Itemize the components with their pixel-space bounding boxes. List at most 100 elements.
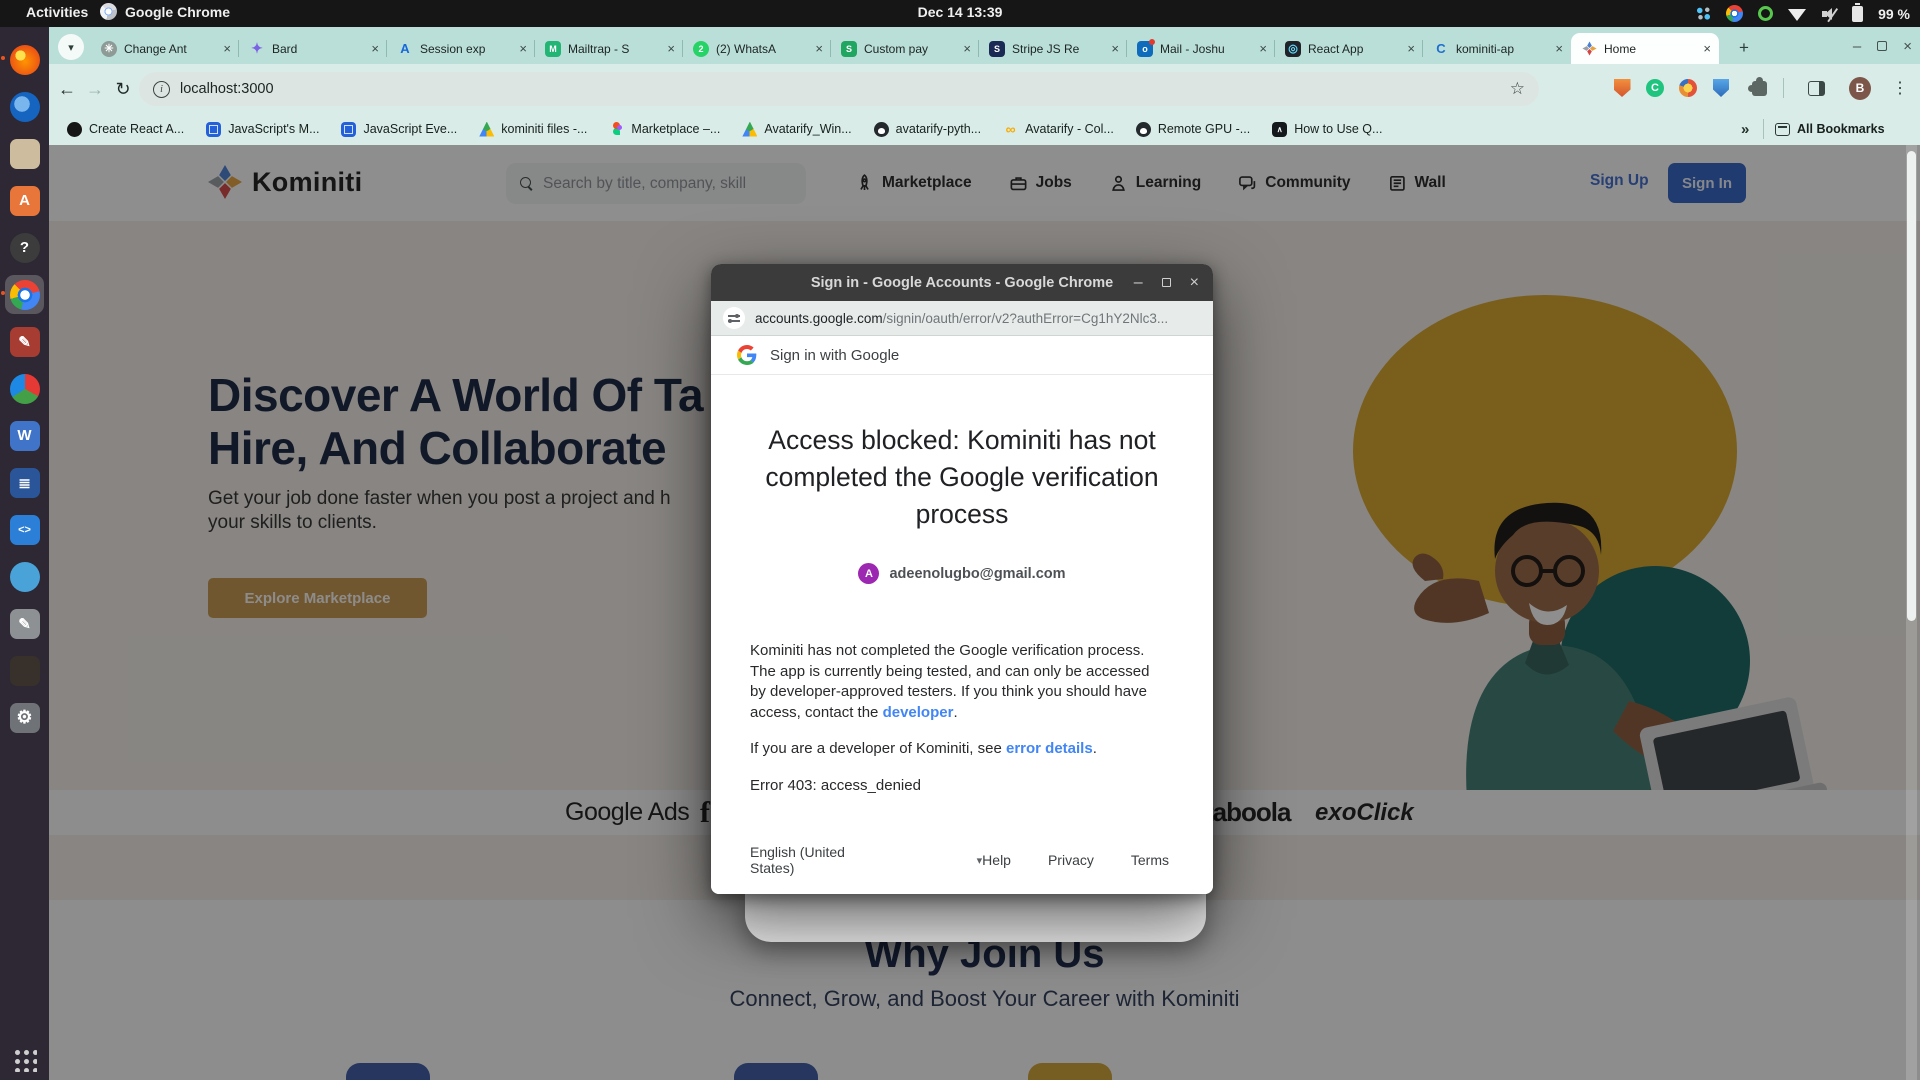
dock-marker-app[interactable]: ✎ — [5, 322, 44, 361]
system-tray[interactable]: 99 % — [1696, 0, 1910, 27]
dock-text-editor[interactable]: ✎ — [5, 604, 44, 643]
tab-close-icon[interactable]: × — [371, 42, 379, 55]
indicator-icon[interactable] — [1696, 6, 1711, 21]
muted-sound-icon[interactable] — [1821, 7, 1837, 21]
page-scrollbar[interactable] — [1906, 145, 1917, 1080]
dock-files[interactable] — [5, 134, 44, 173]
bookmark-avatarify-win[interactable]: Avatarify_Win... — [734, 119, 859, 140]
bookmark-star-icon[interactable]: ☆ — [1510, 79, 1525, 99]
window-minimize-button[interactable]: – — [1853, 38, 1861, 55]
bookmark-js-m[interactable]: JavaScript's M... — [198, 119, 327, 140]
tab-close-icon[interactable]: × — [1259, 42, 1267, 55]
puzzle-icon — [1752, 81, 1767, 96]
dock-software[interactable]: A — [5, 181, 44, 220]
dock-firefox[interactable] — [5, 40, 44, 79]
tab-close-icon[interactable]: × — [223, 42, 231, 55]
tab-react-app[interactable]: ◎ React App × — [1275, 33, 1423, 64]
ext-adguard[interactable] — [1611, 77, 1633, 99]
dock-dark-app[interactable] — [5, 651, 44, 690]
error-details-link[interactable]: error details — [1006, 740, 1093, 757]
ext-orange-ring[interactable] — [1677, 77, 1699, 99]
tab-kominiti-ap[interactable]: C kominiti-ap × — [1423, 33, 1571, 64]
language-selector[interactable]: English (United States) ▾ — [750, 844, 982, 876]
popup-urlbar[interactable]: accounts.google.com/signin/oauth/error/v… — [711, 301, 1213, 336]
ext-green-c[interactable]: C — [1644, 77, 1666, 99]
tab-stripe-js[interactable]: S Stripe JS Re × — [979, 33, 1127, 64]
window-close-button[interactable]: × — [1903, 38, 1912, 55]
dock-media-app[interactable] — [5, 369, 44, 408]
wifi-icon[interactable] — [1788, 7, 1806, 21]
app-grid-button[interactable] — [12, 1047, 37, 1072]
dock-vscode[interactable]: <> — [5, 510, 44, 549]
privacy-link[interactable]: Privacy — [1048, 852, 1094, 868]
bookmark-how-to-q[interactable]: ∧How to Use Q... — [1264, 119, 1390, 140]
reload-button[interactable]: ↻ — [109, 75, 137, 103]
tab-close-icon[interactable]: × — [1703, 42, 1711, 55]
tab-mailtrap[interactable]: M Mailtrap - S × — [535, 33, 683, 64]
vpn-icon[interactable] — [1758, 6, 1773, 21]
bookmark-avatarify-py[interactable]: avatarify-pyth... — [866, 119, 989, 140]
dock-word-app[interactable]: W — [5, 416, 44, 455]
bookmarks-overflow-button[interactable]: » — [1741, 121, 1749, 138]
help-link[interactable]: Help — [982, 852, 1011, 868]
dock-help[interactable]: ? — [5, 228, 44, 267]
tab-mail[interactable]: o Mail - Joshu × — [1127, 33, 1275, 64]
dock-writer[interactable]: ≣ — [5, 463, 44, 502]
new-tab-button[interactable]: + — [1732, 36, 1756, 60]
clock[interactable]: Dec 14 13:39 — [0, 4, 1920, 20]
terms-link[interactable]: Terms — [1131, 852, 1169, 868]
bookmark-create-react[interactable]: Create React A... — [59, 119, 192, 140]
popup-titlebar[interactable]: Sign in - Google Accounts - Google Chrom… — [711, 264, 1213, 301]
cra-icon — [67, 122, 82, 137]
kebab-menu-icon: ⋮ — [1892, 78, 1908, 98]
dock-blue-tool[interactable] — [5, 557, 44, 596]
account-row[interactable]: A adeenolugbo@gmail.com — [711, 563, 1213, 584]
profile-button[interactable]: B — [1849, 77, 1871, 99]
popup-title: Sign in - Google Accounts - Google Chrom… — [811, 275, 1113, 291]
tab-home-active[interactable]: Home × — [1571, 33, 1719, 64]
tab-close-icon[interactable]: × — [1111, 42, 1119, 55]
ext-blue-shield[interactable] — [1710, 77, 1732, 99]
bookmark-kominiti-files[interactable]: kominiti files -... — [471, 119, 595, 140]
address-url[interactable]: localhost:3000 — [180, 81, 274, 97]
window-restore-button[interactable] — [1877, 41, 1887, 51]
site-info-icon[interactable]: i — [153, 81, 170, 98]
tab-bard[interactable]: ✦ Bard × — [239, 33, 387, 64]
popup-minimize-button[interactable]: – — [1134, 274, 1143, 292]
tab-session[interactable]: A Session exp × — [387, 33, 535, 64]
chrome-tray-icon[interactable] — [1726, 5, 1743, 22]
tab-close-icon[interactable]: × — [815, 42, 823, 55]
tab-close-icon[interactable]: × — [1407, 42, 1415, 55]
tab-close-icon[interactable]: × — [667, 42, 675, 55]
developer-link[interactable]: developer — [883, 704, 954, 721]
dock-settings[interactable]: ⚙ — [5, 698, 44, 737]
tab-search-button[interactable]: ▾ — [58, 34, 84, 60]
extensions-menu[interactable] — [1748, 77, 1770, 99]
tab-close-icon[interactable]: × — [519, 42, 527, 55]
popup-maximize-button[interactable] — [1162, 278, 1171, 287]
gsi-header: Sign in with Google — [711, 336, 1213, 375]
popup-close-button[interactable]: × — [1190, 274, 1199, 292]
bookmark-marketplace[interactable]: Marketplace –... — [601, 119, 728, 140]
dock-thunderbird[interactable] — [5, 87, 44, 126]
bookmark-remote-gpu[interactable]: Remote GPU -... — [1128, 119, 1258, 140]
scrollbar-thumb[interactable] — [1907, 151, 1916, 621]
tab-close-icon[interactable]: × — [963, 42, 971, 55]
back-button[interactable]: ← — [53, 75, 81, 103]
side-panel-button[interactable] — [1805, 77, 1827, 99]
battery-icon — [1852, 6, 1863, 22]
tab-close-icon[interactable]: × — [1555, 42, 1563, 55]
stripe-dark-icon: S — [989, 41, 1005, 57]
dock-chrome[interactable] — [5, 275, 44, 314]
all-bookmarks-button[interactable]: All Bookmarks — [1775, 122, 1885, 136]
tab-whatsapp[interactable]: 2 (2) WhatsA × — [683, 33, 831, 64]
address-bar[interactable]: i localhost:3000 ☆ — [139, 72, 1539, 106]
forward-button[interactable]: → — [81, 75, 109, 103]
tab-custom-pay[interactable]: S Custom pay × — [831, 33, 979, 64]
tab-change-ant[interactable]: ✳ Change Ant × — [91, 33, 239, 64]
bookmark-avatarify-colab[interactable]: ∞Avatarify - Col... — [995, 119, 1122, 140]
bookmark-js-eve[interactable]: JavaScript Eve... — [333, 119, 465, 140]
chrome-menu-button[interactable]: ⋮ — [1889, 77, 1911, 99]
error-description: Kominiti has not completed the Google ve… — [750, 641, 1162, 812]
tune-icon[interactable] — [723, 307, 745, 329]
